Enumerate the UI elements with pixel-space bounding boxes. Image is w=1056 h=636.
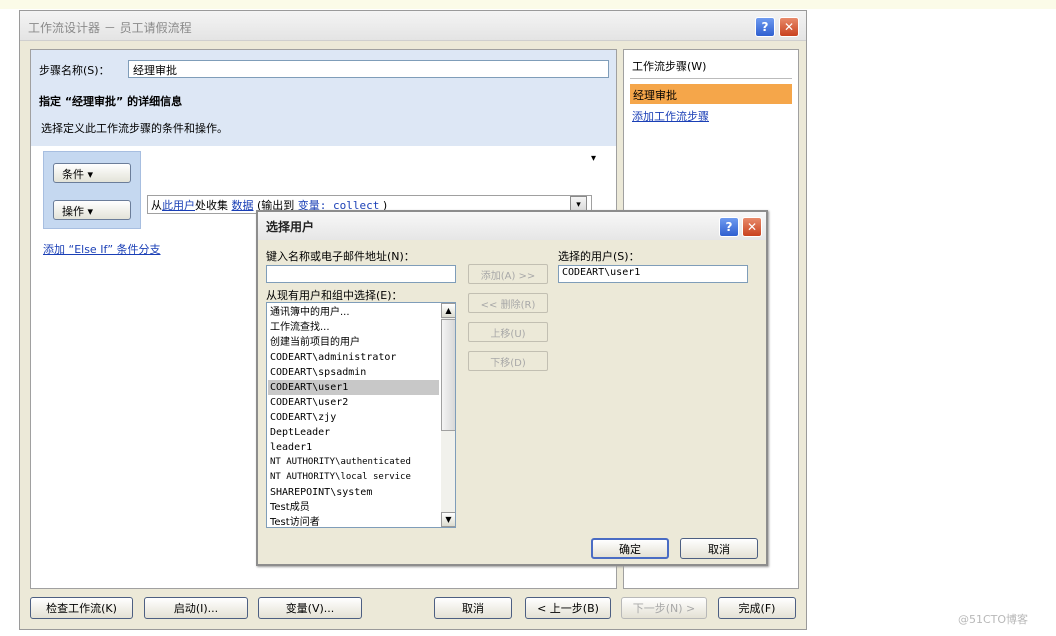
finish-button[interactable]: 完成(F) <box>718 597 796 619</box>
workflow-steps-title: 工作流步骤(W) <box>632 60 707 73</box>
list-item[interactable]: CODEART\administrator <box>270 350 396 365</box>
list-item[interactable]: NT AUTHORITY\local service <box>270 470 411 485</box>
dialog-help-icon[interactable]: ? <box>719 217 739 237</box>
action-prefix: 从 <box>151 199 162 212</box>
list-label: 从现有用户和组中选择(E)： <box>266 289 403 302</box>
scroll-thumb[interactable] <box>441 319 455 431</box>
selected-users-input[interactable]: CODEART\user1 <box>558 265 748 283</box>
main-title-bar[interactable]: 工作流设计器 － 员工请假流程 ? ✕ <box>20 11 806 41</box>
steps-divider <box>630 78 792 79</box>
data-link[interactable]: 数据 <box>232 199 254 212</box>
move-down-button[interactable]: 下移(D) <box>468 351 548 371</box>
dialog-title: 选择用户 <box>266 220 315 234</box>
list-scrollbar[interactable]: ▲ ▼ <box>441 303 455 527</box>
add-else-if-link[interactable]: 添加 “Else If” 条件分支 <box>43 241 161 257</box>
conditions-button[interactable]: 条件 ▾ <box>53 163 131 183</box>
action-middle: 处收集 <box>195 199 228 212</box>
choose-heading: 选择定义此工作流步骤的条件和操作。 <box>41 122 228 135</box>
variables-button[interactable]: 变量(V)... <box>258 597 362 619</box>
name-input[interactable] <box>266 265 456 283</box>
watermark: @51CTO博客 <box>958 613 1029 626</box>
list-item[interactable]: NT AUTHORITY\authenticated <box>270 455 411 470</box>
list-item[interactable]: Test成员 <box>270 500 310 515</box>
list-item[interactable]: CODEART\user2 <box>270 395 348 410</box>
selected-step-item[interactable]: 经理审批 <box>630 84 792 104</box>
add-user-button[interactable]: 添加(A) >> <box>468 264 548 284</box>
this-user-link[interactable]: 此用户 <box>162 199 195 212</box>
list-item-selected[interactable]: CODEART\user1 <box>268 380 439 395</box>
scroll-down-icon[interactable]: ▼ <box>441 512 455 527</box>
selected-users-label: 选择的用户(S)： <box>558 250 640 263</box>
ok-button[interactable]: 确定 <box>591 538 669 559</box>
select-user-dialog: 选择用户 ? ✕ 键入名称或电子邮件地址(N)： 从现有用户和组中选择(E)： … <box>256 210 768 566</box>
condition-action-panel: 条件 ▾ 操作 ▾ <box>43 151 141 229</box>
step-name-label: 步骤名称(S)： <box>39 64 110 77</box>
list-item[interactable]: 通讯簿中的用户... <box>270 305 350 320</box>
close-icon[interactable]: ✕ <box>779 17 799 37</box>
dialog-cancel-button[interactable]: 取消 <box>680 538 758 559</box>
step-header: 步骤名称(S)： 经理审批 指定 “经理审批” 的详细信息 选择定义此工作流步骤… <box>31 50 616 146</box>
scroll-up-icon[interactable]: ▲ <box>441 303 455 318</box>
remove-user-button[interactable]: << 删除(R) <box>468 293 548 313</box>
actions-button[interactable]: 操作 ▾ <box>53 200 131 220</box>
cancel-button[interactable]: 取消 <box>434 597 512 619</box>
back-button[interactable]: < 上一步(B) <box>525 597 611 619</box>
list-item[interactable]: 工作流查找... <box>270 320 330 335</box>
top-band <box>0 0 1056 9</box>
help-icon[interactable]: ? <box>755 17 775 37</box>
list-item[interactable]: CODEART\spsadmin <box>270 365 366 380</box>
add-step-link[interactable]: 添加工作流步骤 <box>632 108 709 124</box>
start-button[interactable]: 启动(I)... <box>144 597 248 619</box>
window-title: 工作流设计器 － 员工请假流程 <box>28 21 192 35</box>
dialog-close-icon[interactable]: ✕ <box>742 217 762 237</box>
list-item[interactable]: Test访问者 <box>270 515 320 527</box>
check-workflow-button[interactable]: 检查工作流(K) <box>30 597 133 619</box>
list-item[interactable]: 创建当前项目的用户 <box>270 335 360 350</box>
list-item[interactable]: CODEART\zjy <box>270 410 336 425</box>
list-item[interactable]: DeptLeader <box>270 425 330 440</box>
branch-dropdown-icon[interactable]: ▾ <box>591 153 596 164</box>
move-up-button[interactable]: 上移(U) <box>468 322 548 342</box>
name-label: 键入名称或电子邮件地址(N)： <box>266 250 415 263</box>
list-item[interactable]: leader1 <box>270 440 312 455</box>
dialog-title-bar[interactable]: 选择用户 ? ✕ <box>258 212 766 240</box>
step-name-input[interactable]: 经理审批 <box>128 60 609 78</box>
list-item[interactable]: SHAREPOINT\system <box>270 485 372 500</box>
detail-heading: 指定 “经理审批” 的详细信息 <box>39 95 183 108</box>
next-button[interactable]: 下一步(N) > <box>621 597 707 619</box>
user-list[interactable]: 通讯簿中的用户... 工作流查找... 创建当前项目的用户 CODEART\ad… <box>266 302 456 528</box>
